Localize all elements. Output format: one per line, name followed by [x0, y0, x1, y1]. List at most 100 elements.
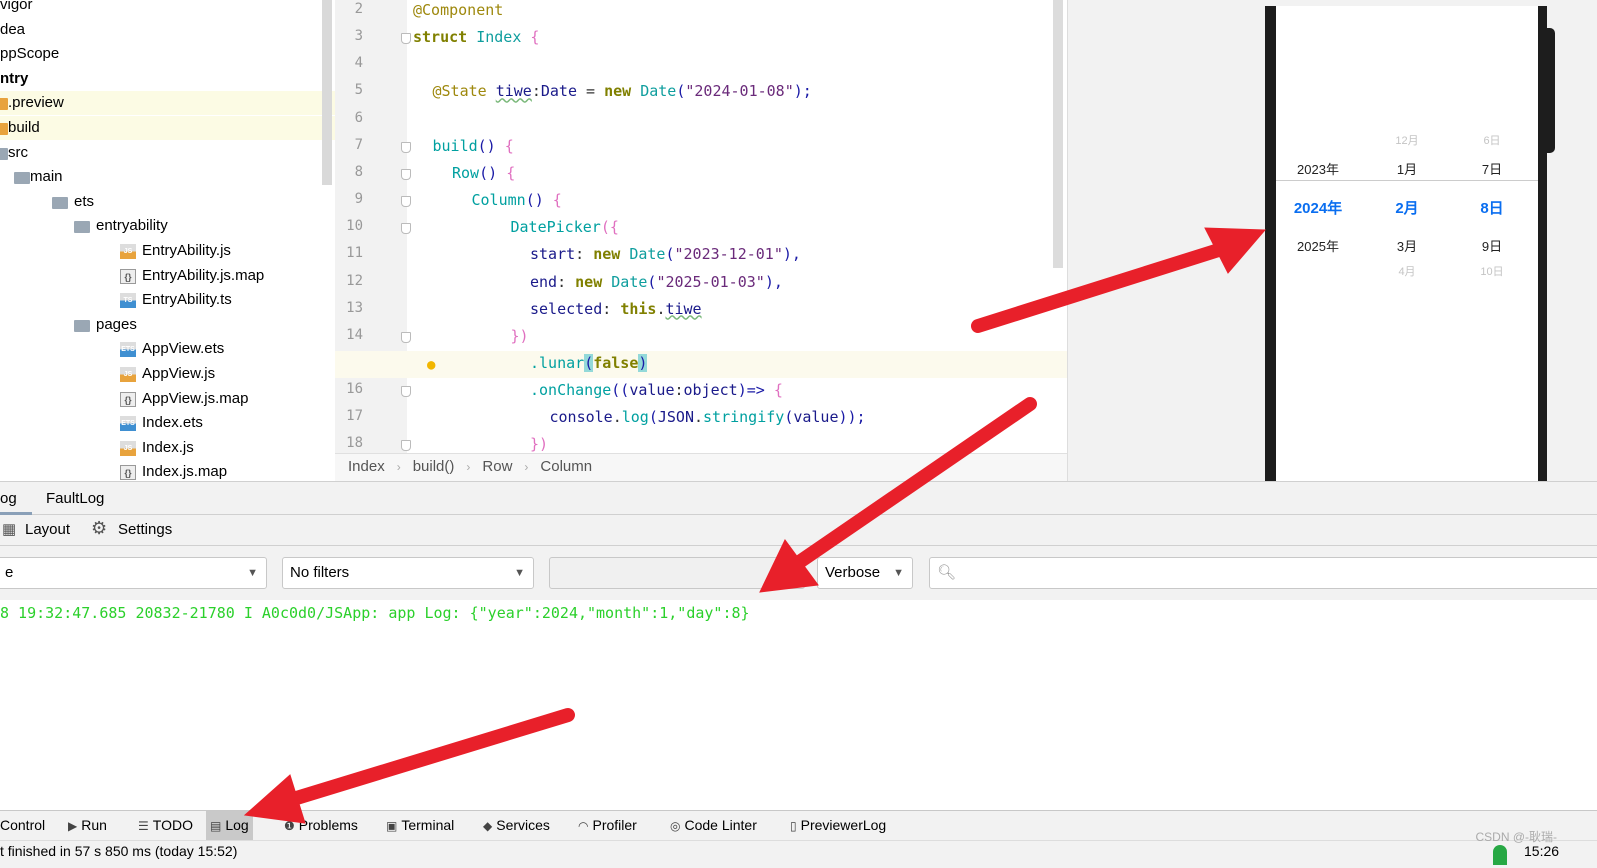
picker-item[interactable]: 3月 — [1367, 236, 1447, 255]
tool-window-profiler[interactable]: ◠ Profiler — [574, 811, 641, 840]
layout-button[interactable]: Layout — [25, 521, 70, 538]
device-select[interactable]: e ▼ — [0, 557, 267, 589]
tool-window-todo[interactable]: ☰ TODO — [134, 811, 197, 840]
picker-item[interactable]: 1月 — [1367, 159, 1447, 178]
level-select[interactable]: Verbose ▼ — [817, 557, 913, 589]
tree-item[interactable]: .preview — [0, 91, 335, 116]
log-output[interactable]: 8 19:32:47.685 20832-21780 I A0c0d0/JSAp… — [0, 600, 1597, 810]
picker-item[interactable]: 7日 — [1452, 159, 1532, 178]
tree-scrollbar[interactable] — [322, 0, 332, 185]
picker-item[interactable]: 8日 — [1452, 197, 1532, 218]
picker-item[interactable]: 10日 — [1452, 263, 1532, 279]
file-js-icon: JS — [120, 367, 136, 382]
code-token: )); — [838, 408, 866, 427]
picker-item[interactable]: 2024年 — [1278, 197, 1358, 218]
tree-item[interactable]: ⌄pages — [0, 313, 335, 337]
fold-marker-icon[interactable] — [401, 196, 411, 208]
package-input[interactable] — [549, 557, 805, 589]
tree-item[interactable]: {} Index.js.map — [0, 460, 335, 481]
fold-marker-icon[interactable] — [401, 331, 411, 343]
code-token: start — [530, 245, 576, 264]
tree-item[interactable]: ETS Index.ets — [0, 411, 335, 435]
tree-item[interactable]: JS Index.js — [0, 436, 335, 460]
fold-marker-icon[interactable] — [401, 223, 411, 235]
lightbulb-icon[interactable]: ● — [427, 357, 435, 373]
tree-item[interactable]: dea — [0, 18, 335, 42]
filter-select[interactable]: No filters ▼ — [282, 557, 534, 589]
chevron-right-icon: › — [396, 460, 401, 474]
picker-item[interactable]: 4月 — [1367, 263, 1447, 279]
tool-window-run[interactable]: ▶ Run — [64, 811, 111, 840]
fold-marker-icon[interactable] — [401, 440, 411, 452]
file-js-icon: JS — [120, 244, 136, 259]
fold-marker-icon[interactable] — [401, 168, 411, 180]
tree-item[interactable]: JS EntryAbility.js — [0, 239, 335, 263]
breadcrumb-item[interactable]: Index — [348, 458, 385, 475]
tool-window-terminal[interactable]: ▣ Terminal — [382, 811, 458, 840]
code-token: selected — [530, 299, 603, 318]
fold-marker-icon[interactable] — [401, 141, 411, 153]
tree-item[interactable]: ⌄ets — [0, 190, 335, 214]
folder-icon — [74, 221, 90, 234]
picker-item[interactable]: 2023年 — [1278, 159, 1358, 178]
tree-item-label: src — [8, 143, 28, 161]
breadcrumb-item[interactable]: Row — [482, 458, 512, 475]
breadcrumb-item[interactable]: Column — [540, 458, 592, 475]
tree-item[interactable]: {} AppView.js.map — [0, 387, 335, 411]
settings-button[interactable]: Settings — [118, 521, 172, 538]
breadcrumb-item[interactable]: build() — [413, 458, 455, 475]
tree-item[interactable]: src — [0, 141, 335, 165]
tree-item[interactable]: build — [0, 116, 335, 140]
services-icon: ◆ — [483, 819, 493, 833]
code-token: ( — [648, 408, 658, 427]
editor-scrollbar[interactable] — [1053, 0, 1063, 268]
line-number: 4 — [354, 55, 363, 72]
fold-marker-icon[interactable] — [401, 33, 411, 45]
code-token: .onChange — [530, 381, 612, 400]
device-select-value: e — [5, 564, 14, 581]
code-token: = — [577, 82, 605, 101]
code-editor[interactable]: 23456789101112131415161718 @Componentstr… — [335, 0, 1067, 453]
gear-icon: ⚙ — [91, 518, 108, 538]
tool-window-label: Run — [81, 817, 107, 833]
tool-window-control[interactable]: Control — [0, 811, 49, 840]
code-token: () — [477, 136, 505, 155]
tool-window-code-linter[interactable]: ◎ Code Linter — [666, 811, 761, 840]
code-token: { — [530, 28, 540, 47]
picker-item[interactable]: 6日 — [1452, 132, 1532, 148]
tree-item[interactable]: {} EntryAbility.js.map — [0, 264, 335, 288]
tool-window-log[interactable]: ▤ Log — [206, 811, 253, 840]
code-token: Row — [452, 163, 480, 182]
fold-marker-icon[interactable] — [401, 386, 411, 398]
tab-log[interactable]: og — [0, 490, 17, 507]
tool-window-previewerlog[interactable]: ▯ PreviewerLog — [786, 811, 890, 840]
code-token: Date — [611, 272, 648, 291]
tree-item[interactable]: ETS AppView.ets — [0, 337, 335, 361]
code-token: .lunar — [530, 353, 585, 372]
code-token: console — [549, 408, 613, 427]
tool-window-label: Profiler — [592, 817, 637, 833]
project-tree: vigor dea ppScope ntry .preview build srcmain ⌄… — [0, 0, 335, 481]
tool-window-services[interactable]: ◆ Services — [479, 811, 554, 840]
folder-icon — [0, 123, 8, 135]
tree-item[interactable]: ntry — [0, 67, 335, 91]
picker-item[interactable]: 2025年 — [1278, 236, 1358, 255]
tab-faultlog[interactable]: FaultLog — [46, 490, 104, 507]
tree-item[interactable]: ⌄entryability — [0, 214, 335, 238]
file-map-icon: {} — [120, 391, 136, 407]
tree-item[interactable]: JS AppView.js — [0, 362, 335, 386]
code-token: { — [773, 381, 783, 400]
code-token: Index — [476, 28, 531, 47]
log-search-input[interactable]: 🔍︎ — [929, 557, 1597, 589]
tree-item[interactable]: ppScope — [0, 42, 335, 66]
code-token: ) — [638, 353, 648, 372]
tree-item[interactable]: vigor — [0, 0, 335, 17]
picker-item[interactable]: 2月 — [1367, 197, 1447, 218]
picker-item[interactable]: 9日 — [1452, 236, 1532, 255]
tool-window-problems[interactable]: ❶ Problems — [280, 811, 362, 840]
tree-item[interactable]: TS EntryAbility.ts — [0, 288, 335, 312]
tree-item[interactable]: main — [0, 165, 335, 189]
tool-window-label: Code Linter — [684, 817, 757, 833]
code-token: @Component — [413, 1, 504, 19]
picker-item[interactable]: 12月 — [1367, 132, 1447, 148]
